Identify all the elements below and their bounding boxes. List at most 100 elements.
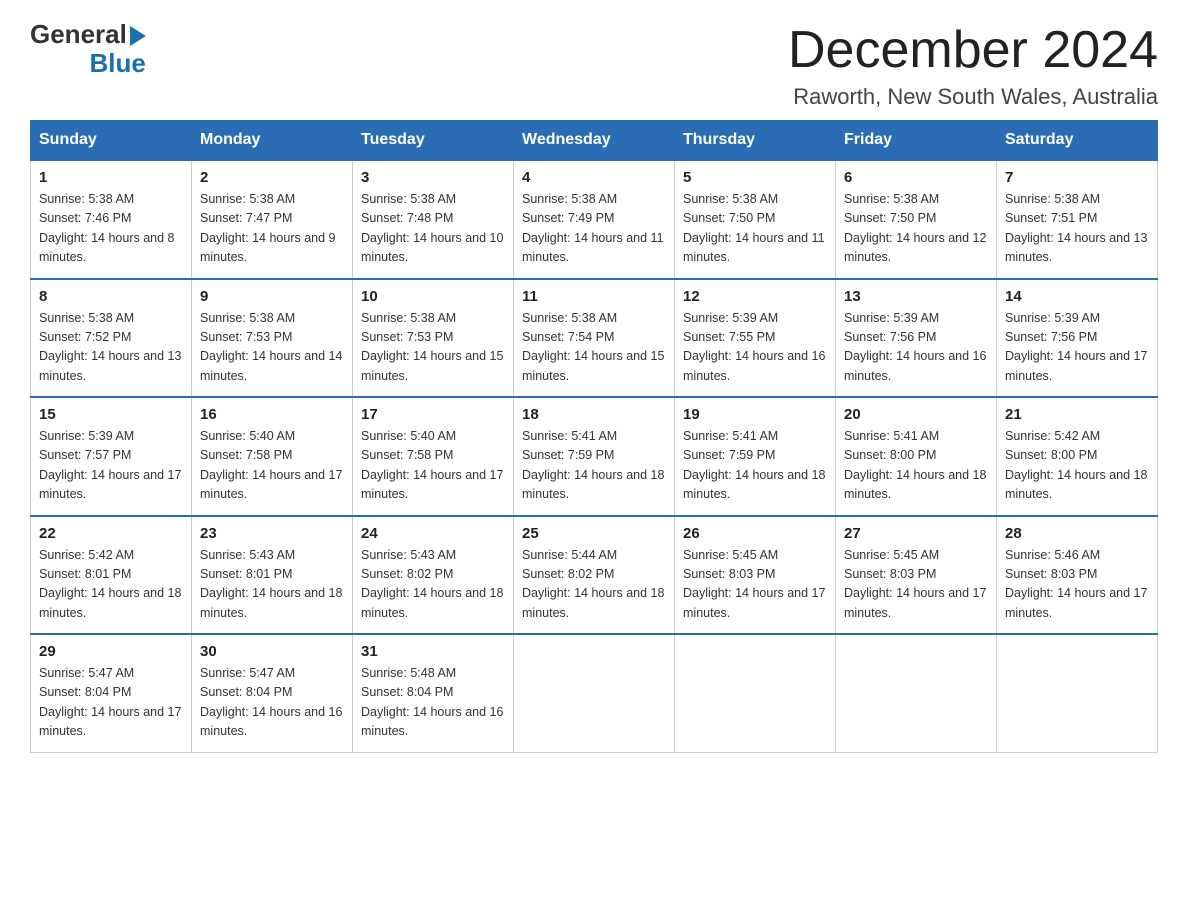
day-number: 20 [844,406,988,423]
day-info: Sunrise: 5:38 AMSunset: 7:53 PMDaylight:… [361,309,505,387]
day-number: 24 [361,525,505,542]
day-info: Sunrise: 5:39 AMSunset: 7:56 PMDaylight:… [844,309,988,387]
day-info: Sunrise: 5:38 AMSunset: 7:51 PMDaylight:… [1005,190,1149,268]
calendar-cell: 2 Sunrise: 5:38 AMSunset: 7:47 PMDaylight… [192,160,353,279]
weekday-header-row: SundayMondayTuesdayWednesdayThursdayFrid… [31,121,1158,161]
day-info: Sunrise: 5:38 AMSunset: 7:47 PMDaylight:… [200,190,344,268]
day-number: 19 [683,406,827,423]
calendar-cell [997,634,1158,752]
calendar-cell: 22 Sunrise: 5:42 AMSunset: 8:01 PMDayligh… [31,516,192,635]
calendar-cell [836,634,997,752]
day-info: Sunrise: 5:42 AMSunset: 8:01 PMDaylight:… [39,546,183,624]
day-number: 23 [200,525,344,542]
calendar-cell: 28Sunrise: 5:46 AMSunset: 8:03 PMDayligh… [997,516,1158,635]
week-row-3: 15 Sunrise: 5:39 AMSunset: 7:57 PMDayligh… [31,397,1158,516]
calendar-cell: 13 Sunrise: 5:39 AMSunset: 7:56 PMDayligh… [836,279,997,398]
weekday-header-saturday: Saturday [997,121,1158,161]
day-info: Sunrise: 5:39 AMSunset: 7:57 PMDaylight:… [39,427,183,505]
logo-triangle-icon [130,26,146,46]
logo: General Blue [30,20,146,77]
day-info: Sunrise: 5:38 AMSunset: 7:49 PMDaylight:… [522,190,666,268]
day-info: Sunrise: 5:41 AMSunset: 8:00 PMDaylight:… [844,427,988,505]
day-number: 8 [39,288,183,305]
day-info: Sunrise: 5:38 AMSunset: 7:46 PMDaylight:… [39,190,183,268]
day-number: 10 [361,288,505,305]
day-number: 4 [522,169,666,186]
day-info: Sunrise: 5:39 AMSunset: 7:55 PMDaylight:… [683,309,827,387]
calendar-cell: 9 Sunrise: 5:38 AMSunset: 7:53 PMDaylight… [192,279,353,398]
day-number: 12 [683,288,827,305]
calendar-cell: 5Sunrise: 5:38 AMSunset: 7:50 PMDaylight… [675,160,836,279]
logo-text-blue: Blue [89,49,145,78]
day-info: Sunrise: 5:48 AMSunset: 8:04 PMDaylight:… [361,664,505,742]
calendar-cell: 11 Sunrise: 5:38 AMSunset: 7:54 PMDayligh… [514,279,675,398]
day-info: Sunrise: 5:41 AMSunset: 7:59 PMDaylight:… [683,427,827,505]
calendar-cell: 14 Sunrise: 5:39 AMSunset: 7:56 PMDayligh… [997,279,1158,398]
day-number: 11 [522,288,666,305]
day-info: Sunrise: 5:40 AMSunset: 7:58 PMDaylight:… [361,427,505,505]
calendar-cell: 25 Sunrise: 5:44 AMSunset: 8:02 PMDayligh… [514,516,675,635]
day-number: 5 [683,169,827,186]
day-number: 7 [1005,169,1149,186]
calendar-cell: 12 Sunrise: 5:39 AMSunset: 7:55 PMDayligh… [675,279,836,398]
calendar-cell: 4 Sunrise: 5:38 AMSunset: 7:49 PMDaylight… [514,160,675,279]
calendar-cell: 6 Sunrise: 5:38 AMSunset: 7:50 PMDaylight… [836,160,997,279]
day-info: Sunrise: 5:44 AMSunset: 8:02 PMDaylight:… [522,546,666,624]
day-number: 28 [1005,525,1149,542]
calendar-cell: 7 Sunrise: 5:38 AMSunset: 7:51 PMDaylight… [997,160,1158,279]
day-number: 25 [522,525,666,542]
day-number: 13 [844,288,988,305]
weekday-header-thursday: Thursday [675,121,836,161]
weekday-header-monday: Monday [192,121,353,161]
calendar-cell: 1 Sunrise: 5:38 AMSunset: 7:46 PMDaylight… [31,160,192,279]
weekday-header-sunday: Sunday [31,121,192,161]
day-number: 16 [200,406,344,423]
weekday-header-tuesday: Tuesday [353,121,514,161]
day-number: 26 [683,525,827,542]
calendar-table: SundayMondayTuesdayWednesdayThursdayFrid… [30,120,1158,753]
day-number: 14 [1005,288,1149,305]
day-info: Sunrise: 5:47 AMSunset: 8:04 PMDaylight:… [39,664,183,742]
day-info: Sunrise: 5:47 AMSunset: 8:04 PMDaylight:… [200,664,344,742]
day-number: 21 [1005,406,1149,423]
day-number: 29 [39,643,183,660]
calendar-subtitle: Raworth, New South Wales, Australia [788,84,1158,110]
calendar-title: December 2024 [788,20,1158,80]
day-info: Sunrise: 5:38 AMSunset: 7:52 PMDaylight:… [39,309,183,387]
day-info: Sunrise: 5:38 AMSunset: 7:54 PMDaylight:… [522,309,666,387]
day-number: 22 [39,525,183,542]
calendar-cell [675,634,836,752]
day-number: 9 [200,288,344,305]
day-info: Sunrise: 5:45 AMSunset: 8:03 PMDaylight:… [844,546,988,624]
day-number: 18 [522,406,666,423]
calendar-cell: 10 Sunrise: 5:38 AMSunset: 7:53 PMDayligh… [353,279,514,398]
day-info: Sunrise: 5:41 AMSunset: 7:59 PMDaylight:… [522,427,666,505]
day-info: Sunrise: 5:38 AMSunset: 7:53 PMDaylight:… [200,309,344,387]
day-number: 30 [200,643,344,660]
day-number: 27 [844,525,988,542]
week-row-4: 22 Sunrise: 5:42 AMSunset: 8:01 PMDayligh… [31,516,1158,635]
calendar-cell: 8 Sunrise: 5:38 AMSunset: 7:52 PMDaylight… [31,279,192,398]
calendar-cell: 26Sunrise: 5:45 AMSunset: 8:03 PMDayligh… [675,516,836,635]
logo-text-general: General [30,20,127,49]
day-info: Sunrise: 5:39 AMSunset: 7:56 PMDaylight:… [1005,309,1149,387]
calendar-cell: 16Sunrise: 5:40 AMSunset: 7:58 PMDayligh… [192,397,353,516]
calendar-cell: 3 Sunrise: 5:38 AMSunset: 7:48 PMDaylight… [353,160,514,279]
day-info: Sunrise: 5:38 AMSunset: 7:48 PMDaylight:… [361,190,505,268]
day-number: 17 [361,406,505,423]
week-row-1: 1 Sunrise: 5:38 AMSunset: 7:46 PMDaylight… [31,160,1158,279]
calendar-cell: 29 Sunrise: 5:47 AMSunset: 8:04 PMDayligh… [31,634,192,752]
day-number: 31 [361,643,505,660]
week-row-5: 29 Sunrise: 5:47 AMSunset: 8:04 PMDayligh… [31,634,1158,752]
day-info: Sunrise: 5:38 AMSunset: 7:50 PMDaylight:… [844,190,988,268]
day-number: 1 [39,169,183,186]
week-row-2: 8 Sunrise: 5:38 AMSunset: 7:52 PMDaylight… [31,279,1158,398]
day-number: 6 [844,169,988,186]
day-number: 15 [39,406,183,423]
day-number: 3 [361,169,505,186]
day-info: Sunrise: 5:43 AMSunset: 8:01 PMDaylight:… [200,546,344,624]
calendar-cell: 17 Sunrise: 5:40 AMSunset: 7:58 PMDayligh… [353,397,514,516]
calendar-cell: 19 Sunrise: 5:41 AMSunset: 7:59 PMDayligh… [675,397,836,516]
weekday-header-friday: Friday [836,121,997,161]
day-number: 2 [200,169,344,186]
